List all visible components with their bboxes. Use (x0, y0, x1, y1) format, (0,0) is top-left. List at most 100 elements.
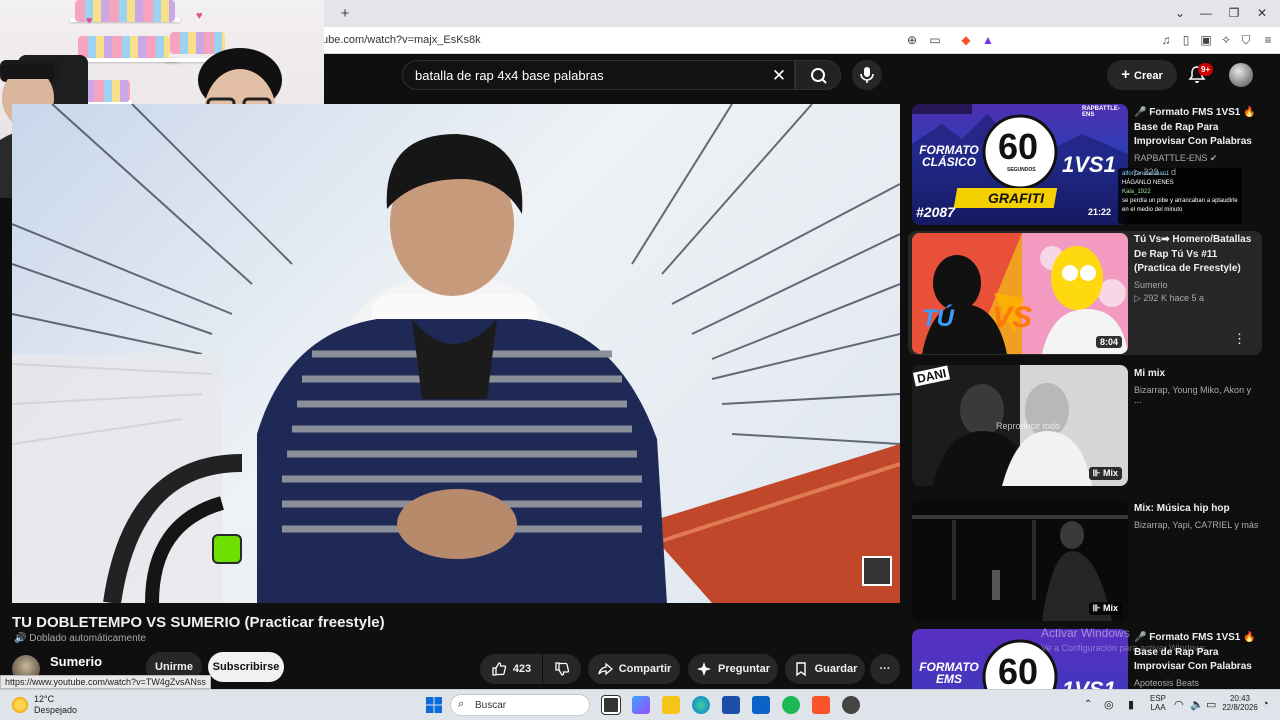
channel-name[interactable]: Sumerio (50, 654, 102, 669)
channel-watermark[interactable] (862, 556, 892, 586)
recommendation-card-mix[interactable]: ⊪ Mix Mix: Música hip hop Bizarrap, Yapi… (912, 500, 1262, 622)
brave-browser-icon[interactable] (812, 696, 830, 714)
search-icon: ⌕ (458, 698, 465, 710)
video-thumbnail[interactable]: ⊪ Mix (912, 500, 1128, 621)
cast-icon[interactable]: ▭ (927, 32, 943, 48)
heart-decoration-icon: ♥ (196, 10, 203, 22)
video-card-title[interactable]: 🎤 Formato FMS 1VS1 🔥 Base de Rap Para Im… (1134, 631, 1260, 675)
voice-search-button[interactable] (852, 60, 882, 90)
create-button[interactable]: + Crear (1107, 60, 1177, 90)
video-thumbnail[interactable]: TÚ VS 8:04 (912, 233, 1128, 354)
thumbnail-main-text: TÚ (922, 305, 954, 332)
thumbs-down-icon (555, 662, 570, 676)
copilot-icon[interactable] (632, 696, 650, 714)
create-label: Crear (1134, 70, 1163, 82)
save-label: Guardar (814, 663, 858, 675)
video-thumbnail[interactable]: DANI Reproducir todo ⊪ Mix (912, 365, 1128, 486)
tray-overflow-chevron-icon[interactable]: ⌃ (1084, 699, 1092, 710)
clock[interactable]: 20:43 22/8/2026 (1222, 694, 1258, 712)
vpn-icon[interactable]: ⛉ (1238, 32, 1254, 48)
subscribe-button[interactable]: Subscribirse (208, 652, 284, 682)
video-card-title[interactable]: Mix: Música hip hop (1134, 502, 1260, 517)
brave-rewards-icon[interactable]: ▲ (980, 32, 996, 48)
minimize-button[interactable]: — (1196, 4, 1216, 22)
language-indicator[interactable]: ESP LAA (1150, 694, 1166, 712)
chat-line: se perdía un pibe y arrancaban a aplaudi… (1122, 198, 1238, 213)
restore-button[interactable]: ❐ (1224, 4, 1244, 22)
heart-decoration-icon: ♥ (86, 15, 93, 27)
more-options-icon[interactable]: ⋮ (1233, 331, 1246, 347)
recommendation-card-hovered[interactable]: TÚ VS 8:04 Tú Vs➡ Homero/Batallas De Rap… (908, 231, 1262, 355)
save-button[interactable]: Guardar (785, 654, 865, 684)
video-card-title[interactable]: Mi mix (1134, 367, 1260, 382)
play-all-overlay[interactable]: Reproducir todo (996, 421, 1060, 431)
wifi-icon[interactable]: ◠ (1174, 698, 1184, 711)
file-explorer-icon[interactable] (662, 696, 680, 714)
weather-sun-icon[interactable] (12, 697, 28, 713)
menu-icon[interactable]: ≡ (1260, 32, 1276, 48)
recommendation-card[interactable]: RAPBATTLE-ENS 60 SEGUNDOS FORMATO CLÁSIC… (912, 104, 1262, 226)
thumbnail-sub-text: SEGUNDOS (1007, 167, 1036, 173)
channel-text: RAPBATTLE-ENS (1134, 153, 1208, 163)
video-thumbnail[interactable]: RAPBATTLE-ENS 60 SEGUNDOS FORMATO CLÁSIC… (912, 104, 1128, 225)
wallet-icon[interactable]: ▣ (1198, 32, 1214, 48)
taskbar-search-input[interactable]: ⌕ Buscar (450, 694, 590, 716)
account-avatar[interactable] (1229, 63, 1253, 87)
video-card-channel[interactable]: Bizarrap, Yapi, CA7RIEL y más (1134, 520, 1260, 530)
new-tab-button[interactable]: + (336, 5, 354, 23)
thumbnail-time: 21:22 (1088, 207, 1112, 217)
search-button[interactable] (795, 60, 841, 90)
more-actions-button[interactable]: ··· (870, 654, 900, 684)
ask-button[interactable]: Preguntar (688, 654, 778, 684)
share-icon (598, 662, 613, 676)
video-card-channel[interactable]: Apoteosis Beats (1134, 678, 1260, 688)
video-card-title[interactable]: Tú Vs➡ Homero/Batallas De Rap Tú Vs #11 … (1134, 233, 1260, 277)
windows-start-icon[interactable] (425, 696, 443, 714)
speedline-background (12, 104, 900, 603)
music-icon[interactable]: ♫ (1158, 32, 1174, 48)
clock-time: 20:43 (1229, 694, 1251, 703)
task-view-icon[interactable] (602, 696, 620, 714)
sidebar-toggle-icon[interactable]: ▯ (1178, 32, 1194, 48)
outlook-icon[interactable] (752, 696, 770, 714)
video-card-meta: ▷ 223 ... d (1134, 167, 1176, 177)
zoom-icon[interactable]: ⊕ (904, 32, 920, 48)
video-card-channel[interactable]: Sumerio (1134, 280, 1260, 290)
thumbnail-main-text: 60 (998, 126, 1039, 167)
tab-list-chevron-icon[interactable]: ⌄ (1170, 4, 1190, 22)
notification-center-icon[interactable]: ◔ (1262, 698, 1269, 710)
video-card-title[interactable]: 🎤 Formato FMS 1VS1 🔥 Base de Rap Para Im… (1134, 106, 1260, 150)
video-player[interactable] (12, 104, 900, 603)
share-button[interactable]: Compartir (588, 654, 680, 684)
spotify-icon[interactable] (782, 696, 800, 714)
battery-icon[interactable]: ▭ (1206, 698, 1216, 711)
close-window-button[interactable]: ✕ (1252, 4, 1272, 22)
microsoft-store-icon[interactable] (722, 696, 740, 714)
microphone-tray-icon[interactable]: ▮ (1128, 698, 1134, 711)
ask-label: Preguntar (718, 663, 770, 675)
clock-date: 22/8/2026 (1222, 703, 1258, 712)
video-card-channel[interactable]: RAPBATTLE-ENS ✔ (1134, 153, 1260, 164)
network-icon[interactable]: ◎ (1104, 698, 1114, 711)
thumbnail-main-text: 60 (998, 651, 1039, 689)
leo-ai-icon[interactable]: ✧ (1218, 32, 1234, 48)
clear-search-icon[interactable]: ✕ (768, 65, 790, 87)
thumbnail-art (912, 233, 1128, 354)
weather-condition[interactable]: Despejado (34, 705, 77, 715)
recommendation-card-mix[interactable]: DANI Reproducir todo ⊪ Mix Mi mix Bizarr… (912, 365, 1262, 487)
search-query-text[interactable]: batalla de rap 4x4 base palabras (415, 68, 604, 83)
volume-icon[interactable]: 🔈 (1190, 698, 1204, 711)
url-text[interactable]: ube.com/watch?v=majx_EsKs8k (322, 34, 481, 46)
dislike-button[interactable] (543, 654, 581, 684)
search-input[interactable]: batalla de rap 4x4 base palabras ✕ (402, 60, 795, 90)
app-icon[interactable] (842, 696, 860, 714)
weather-temperature[interactable]: 12°C (34, 694, 54, 704)
video-card-meta: ▷ 292 K hace 5 a (1134, 292, 1204, 303)
verified-icon: ✔ (1209, 153, 1218, 163)
windows-taskbar: 12°C Despejado ⌕ Buscar ⌃ ◎ ▮ ESP LAA ◠ 🔈… (0, 689, 1280, 720)
video-card-channel[interactable]: Bizarrap, Young Miko, Akon y ... (1134, 385, 1260, 405)
brave-shield-icon[interactable]: ◆ (958, 32, 974, 48)
edge-browser-icon[interactable] (692, 696, 710, 714)
like-button[interactable]: 423 (480, 654, 542, 684)
microphone-icon (860, 67, 874, 83)
